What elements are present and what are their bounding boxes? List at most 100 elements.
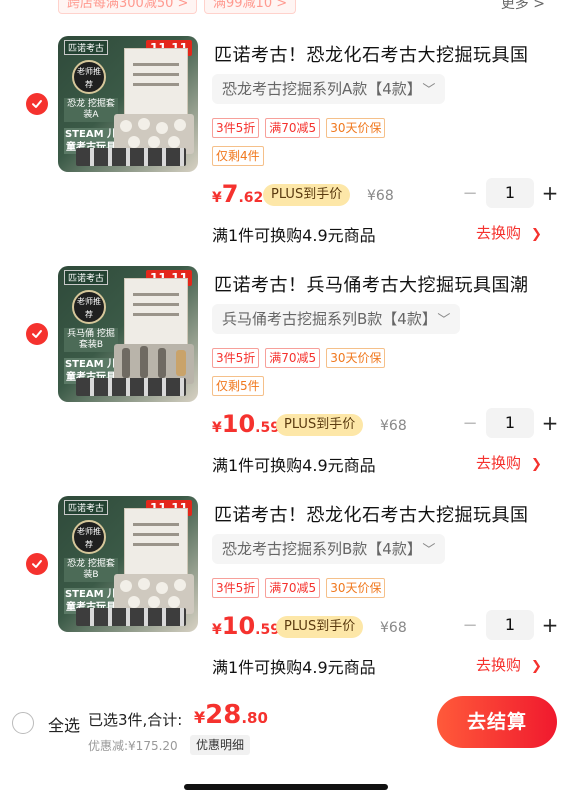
- quantity-input[interactable]: 1: [486, 408, 534, 438]
- chevron-right-icon: ❯: [531, 659, 542, 674]
- check-icon: [32, 330, 42, 338]
- decrease-button[interactable]: −: [460, 615, 480, 636]
- teacher-recommend-seal: 老师推荐: [72, 520, 106, 554]
- cart-page: 跨店每满300减50 > 满99减10 > 更多 > 匹诺考古 11.11 老师…: [0, 0, 571, 800]
- quantity-stepper: − 1 +: [460, 408, 560, 438]
- series-label: 兵马俑 挖掘套装B: [64, 328, 118, 352]
- product-thumbnail[interactable]: 匹诺考古 11.11 老师推荐 恐龙 挖掘套装A STEAM 儿童考古玩具: [58, 36, 198, 172]
- item-checkbox-checked[interactable]: [26, 323, 48, 345]
- promo-tags: 3件5折 满70减5 30天价保: [212, 348, 386, 368]
- stock-tags: 仅剩5件: [212, 376, 264, 396]
- sku-label: 兵马俑考古挖掘系列B款【4款】: [222, 310, 430, 328]
- price-protect-tag: 30天价保: [326, 118, 386, 138]
- select-all-radio[interactable]: [12, 712, 34, 734]
- decrease-button[interactable]: −: [460, 183, 480, 204]
- chevron-right-icon: ❯: [531, 227, 542, 242]
- original-price: ¥68: [367, 188, 394, 204]
- exchange-info: 满1件可换购4.9元商品: [212, 226, 376, 245]
- cart-store-card: 匹诺考古 11.11 老师推荐 恐龙 挖掘套装A STEAM 儿童考古玩具 匹诺…: [0, 18, 571, 690]
- increase-button[interactable]: +: [540, 411, 560, 435]
- check-icon: [32, 100, 42, 108]
- promo-tag: 3件5折: [212, 578, 260, 598]
- promo-tags: 3件5折 满70减5 30天价保: [212, 118, 386, 138]
- exchange-link[interactable]: 去换购 ❯: [476, 654, 542, 675]
- plus-price-badge: PLUS到手价: [276, 616, 364, 638]
- promo-chip-discount[interactable]: 满99减10 >: [204, 0, 297, 14]
- product-box: [124, 508, 188, 578]
- cart-item: 匹诺考古 11.11 老师推荐 恐龙 挖掘套装B STEAM 儿童考古玩具 匹诺…: [0, 478, 571, 708]
- check-icon: [32, 560, 42, 568]
- item-checkbox-checked[interactable]: [26, 553, 48, 575]
- brand-logo: 匹诺考古: [64, 500, 109, 515]
- cart-item: 匹诺考古 11.11 老师推荐 兵马俑 挖掘套装B STEAM 儿童考古玩具 匹…: [0, 248, 571, 478]
- product-title[interactable]: 匹诺考古！恐龙化石考古大挖掘玩具国: [214, 41, 554, 67]
- more-link[interactable]: 更多 >: [501, 0, 545, 14]
- increase-button[interactable]: +: [540, 181, 560, 205]
- fossil-cards: [76, 148, 186, 166]
- cart-item: 匹诺考古 11.11 老师推荐 恐龙 挖掘套装A STEAM 儿童考古玩具 匹诺…: [0, 18, 571, 248]
- product-thumbnail[interactable]: 匹诺考古 11.11 老师推荐 恐龙 挖掘套装B STEAM 儿童考古玩具: [58, 496, 198, 632]
- stock-tag: 仅剩5件: [212, 376, 264, 396]
- promo-tag: 满70减5: [265, 578, 321, 598]
- quantity-stepper: − 1 +: [460, 178, 560, 208]
- product-box: [124, 278, 188, 348]
- exchange-info: 满1件可换购4.9元商品: [212, 658, 376, 677]
- sku-label: 恐龙考古挖掘系列B款【4款】: [222, 540, 415, 558]
- fossil-cards: [76, 608, 186, 626]
- checkout-bar: 全选 已选3件,合计: ¥28.80 优惠减:¥175.20 优惠明细 去结算: [0, 690, 571, 800]
- promo-tags: 3件5折 满70减5 30天价保: [212, 578, 386, 598]
- exchange-link[interactable]: 去换购 ❯: [476, 222, 542, 243]
- teacher-recommend-seal: 老师推荐: [72, 60, 106, 94]
- plus-price-badge: PLUS到手价: [263, 184, 351, 206]
- home-indicator[interactable]: [184, 784, 388, 790]
- discount-amount: 优惠减:¥175.20: [88, 739, 178, 753]
- chevron-down-icon: ﹀: [422, 543, 436, 558]
- sku-selector[interactable]: 恐龙考古挖掘系列B款【4款】 ﹀: [212, 534, 446, 564]
- exchange-link[interactable]: 去换购 ❯: [476, 452, 542, 473]
- checkout-button[interactable]: 去结算: [437, 696, 557, 748]
- plus-price-badge: PLUS到手价: [276, 414, 364, 436]
- select-all-label[interactable]: 全选: [48, 712, 80, 736]
- total-price: ¥28.80: [194, 700, 268, 730]
- promo-chip-cross-store[interactable]: 跨店每满300减50 >: [58, 0, 198, 14]
- original-price: ¥68: [380, 620, 407, 636]
- figure-cards: [76, 378, 186, 396]
- item-checkbox-checked[interactable]: [26, 93, 48, 115]
- stock-tags: 仅剩4件: [212, 146, 264, 166]
- promo-tag: 满70减5: [265, 118, 321, 138]
- item-price: ¥10.59: [212, 410, 280, 438]
- exchange-info: 满1件可换购4.9元商品: [212, 456, 376, 475]
- promo-tag: 3件5折: [212, 348, 260, 368]
- chevron-right-icon: ❯: [531, 457, 542, 472]
- stock-tag: 仅剩4件: [212, 146, 264, 166]
- teacher-recommend-seal: 老师推荐: [72, 290, 106, 324]
- brand-logo: 匹诺考古: [64, 40, 109, 55]
- product-title[interactable]: 匹诺考古！兵马俑考古大挖掘玩具国潮: [214, 271, 554, 297]
- promo-tag: 满70减5: [265, 348, 321, 368]
- sku-selector[interactable]: 兵马俑考古挖掘系列B款【4款】 ﹀: [212, 304, 461, 334]
- series-label: 恐龙 挖掘套装B: [64, 558, 118, 582]
- promo-tag: 3件5折: [212, 118, 260, 138]
- item-price: ¥10.59: [212, 612, 280, 640]
- price-protect-tag: 30天价保: [326, 578, 386, 598]
- quantity-input[interactable]: 1: [486, 610, 534, 640]
- quantity-input[interactable]: 1: [486, 178, 534, 208]
- decrease-button[interactable]: −: [460, 413, 480, 434]
- sku-label: 恐龙考古挖掘系列A款【4款】: [222, 80, 415, 98]
- product-title[interactable]: 匹诺考古！恐龙化石考古大挖掘玩具国: [214, 501, 554, 527]
- increase-button[interactable]: +: [540, 613, 560, 637]
- selected-count: 已选3件,合计:: [88, 711, 183, 729]
- product-box: [124, 48, 188, 118]
- item-price: ¥7.62: [212, 180, 264, 208]
- price-protect-tag: 30天价保: [326, 348, 386, 368]
- brand-logo: 匹诺考古: [64, 270, 109, 285]
- series-label: 恐龙 挖掘套装A: [64, 98, 118, 122]
- product-thumbnail[interactable]: 匹诺考古 11.11 老师推荐 兵马俑 挖掘套装B STEAM 儿童考古玩具: [58, 266, 198, 402]
- original-price: ¥68: [380, 418, 407, 434]
- discount-detail-button[interactable]: 优惠明细: [190, 735, 251, 755]
- chevron-down-icon: ﹀: [422, 83, 436, 98]
- promo-strip: 跨店每满300减50 > 满99减10 > 更多 >: [0, 0, 571, 18]
- sku-selector[interactable]: 恐龙考古挖掘系列A款【4款】 ﹀: [212, 74, 446, 104]
- quantity-stepper: − 1 +: [460, 610, 560, 640]
- chevron-down-icon: ﹀: [437, 313, 451, 328]
